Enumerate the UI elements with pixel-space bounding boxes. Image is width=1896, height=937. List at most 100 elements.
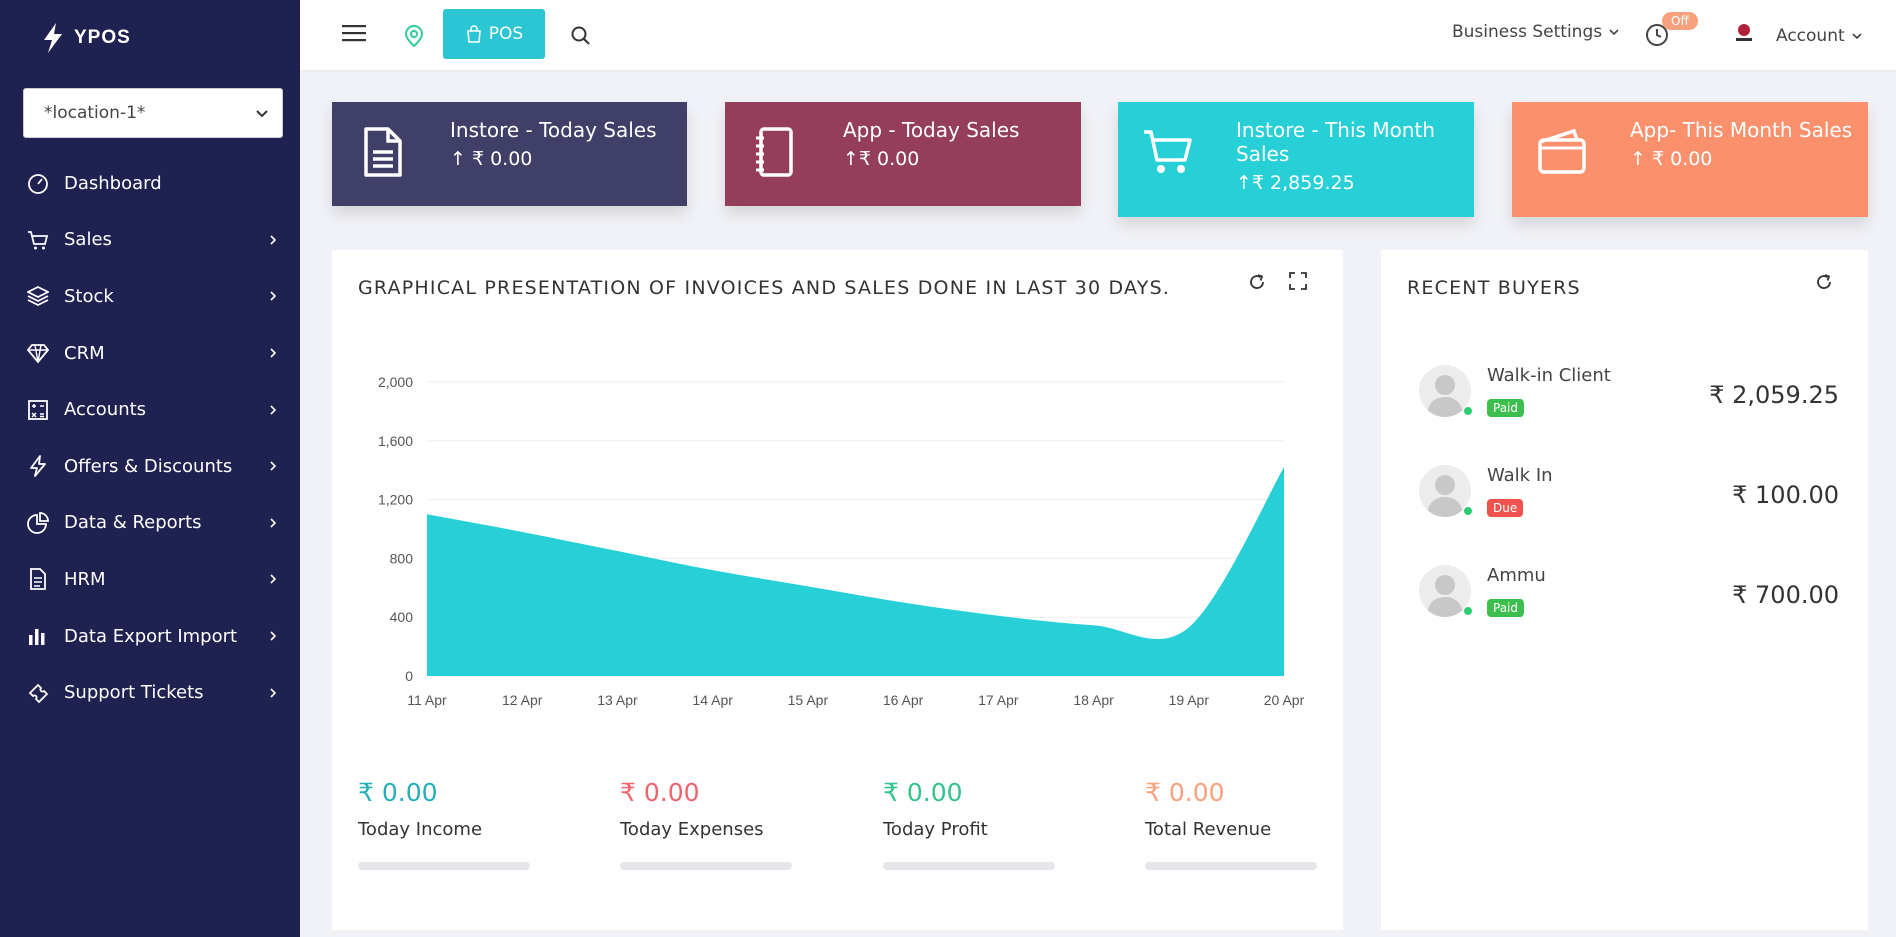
online-status-dot	[1463, 406, 1473, 416]
dashboard-gauge-icon	[26, 171, 50, 195]
sidebar-item-label: Accounts	[64, 399, 147, 421]
y-tick-label: 800	[390, 550, 414, 566]
buyer-name: Ammu	[1487, 565, 1546, 586]
kpi-label: Today Income	[358, 819, 483, 840]
buyer-amount: ₹ 2,059.25	[1709, 381, 1839, 409]
kpi-value: ₹ 0.00	[883, 778, 963, 807]
stat-title: Instore - Today Sales	[450, 118, 657, 142]
sidebar-item-label: Data Export Import	[64, 625, 238, 647]
sidebar-item-hrm[interactable]: HRM	[0, 551, 300, 608]
brand-name: YPOS	[74, 27, 131, 48]
sidebar-item-offers-discounts[interactable]: Offers & Discounts	[0, 438, 300, 495]
recent-buyer-item[interactable]: Ammu Paid ₹ 700.00	[1419, 565, 1839, 635]
sidebar-item-dashboard[interactable]: Dashboard	[0, 155, 300, 212]
sidebar-menu: Dashboard Sales Stock CRM Accounts Offers & D…	[0, 155, 300, 721]
refresh-icon[interactable]	[1814, 272, 1834, 292]
online-status-dot	[1463, 606, 1473, 616]
location-select-value: *location-1*	[44, 103, 146, 123]
y-tick-label: 1,200	[378, 492, 413, 508]
sidebar-item-label: Dashboard	[64, 172, 162, 194]
x-tick-label: 12 Apr	[502, 692, 543, 708]
stat-value: ↑ ₹ 0.00	[450, 148, 533, 170]
y-tick-label: 1,600	[378, 433, 413, 449]
recent-buyer-item[interactable]: Walk In Due ₹ 100.00	[1419, 465, 1839, 535]
location-pin-icon[interactable]	[404, 25, 424, 47]
kpi-progress-bar	[620, 862, 792, 870]
bolt-logo-icon	[44, 23, 62, 53]
kpi-value: ₹ 0.00	[358, 778, 438, 807]
x-tick-label: 16 Apr	[883, 692, 924, 708]
kpi-progress-bar	[883, 862, 1055, 870]
x-tick-label: 13 Apr	[597, 692, 638, 708]
sidebar-item-sales[interactable]: Sales	[0, 212, 300, 269]
search-icon[interactable]	[570, 25, 592, 47]
stat-card-app-today[interactable]: App - Today Sales ↑₹ 0.00	[725, 102, 1081, 206]
shopping-bag-icon	[466, 25, 481, 43]
x-tick-label: 15 Apr	[788, 692, 829, 708]
clock-status-badge: Off	[1662, 12, 1698, 30]
pos-button[interactable]: POS	[443, 9, 545, 59]
sidebar-item-label: Support Tickets	[64, 682, 204, 704]
stat-card-instore-today[interactable]: Instore - Today Sales ↑ ₹ 0.00	[332, 102, 687, 206]
sidebar-item-label: Stock	[64, 285, 114, 307]
recent-buyer-item[interactable]: Walk-in Client Paid ₹ 2,059.25	[1419, 365, 1839, 435]
chevron-down-icon	[1852, 33, 1862, 40]
business-settings-label: Business Settings	[1452, 22, 1603, 42]
cart-icon	[1144, 130, 1192, 173]
recent-buyers-panel: RECENT BUYERS Walk-in Client Paid ₹ 2,059.…	[1381, 250, 1868, 930]
sidebar-item-data-export-import[interactable]: Data Export Import	[0, 608, 300, 665]
sidebar: YPOS *location-1* Dashboard Sales Stock CRM…	[0, 0, 300, 937]
sidebar-item-accounts[interactable]: Accounts	[0, 381, 300, 438]
hamburger-menu-icon[interactable]	[342, 23, 366, 43]
kpi-label: Total Revenue	[1145, 819, 1272, 840]
business-settings-dropdown[interactable]: Business Settings	[1452, 22, 1620, 42]
account-label: Account	[1776, 26, 1845, 46]
stat-card-app-month[interactable]: App- This Month Sales ↑ ₹ 0.00	[1512, 102, 1868, 217]
chevron-right-icon	[270, 235, 277, 245]
sidebar-item-support-tickets[interactable]: Support Tickets	[0, 664, 300, 721]
recent-buyers-title: RECENT BUYERS	[1407, 277, 1581, 299]
kpi-progress-bar	[1145, 862, 1317, 870]
sidebar-item-label: HRM	[64, 568, 106, 590]
payment-status-badge: Paid	[1487, 599, 1525, 617]
chevron-down-icon	[1609, 29, 1619, 36]
x-tick-label: 14 Apr	[692, 692, 733, 708]
account-dropdown[interactable]: Account	[1776, 26, 1863, 46]
chevron-down-icon	[256, 110, 268, 118]
sidebar-item-data-reports[interactable]: Data & Reports	[0, 495, 300, 552]
topbar: POS Business Settings Off Account	[300, 0, 1896, 70]
diamond-icon	[26, 341, 50, 365]
chevron-right-icon	[270, 291, 277, 302]
stat-value: ↑₹ 0.00	[843, 148, 920, 170]
notebook-icon	[756, 127, 793, 177]
bolt-icon	[26, 454, 50, 478]
payment-status-badge: Due	[1487, 499, 1524, 517]
sidebar-item-label: Data & Reports	[64, 512, 202, 534]
sidebar-item-crm[interactable]: CRM	[0, 325, 300, 382]
bar-chart-icon	[26, 624, 50, 648]
kpi-today-expenses: ₹ 0.00 Today Expenses	[620, 778, 820, 870]
series-area	[427, 467, 1284, 676]
sidebar-item-stock[interactable]: Stock	[0, 268, 300, 325]
wallet-icon	[1538, 128, 1586, 174]
kpi-today-profit: ₹ 0.00 Today Profit	[883, 778, 1083, 870]
stat-title: App - Today Sales	[843, 118, 1020, 142]
online-status-dot	[1463, 506, 1473, 516]
sidebar-item-label: Offers & Discounts	[64, 455, 233, 477]
stat-card-instore-month[interactable]: Instore - This Month Sales ↑₹ 2,859.25	[1118, 102, 1474, 217]
sales-area-chart: 0 400 800 1,200 1,600 2,000 11 Apr 12 Apr 13 Apr…	[378, 374, 1305, 708]
calculator-icon	[26, 398, 50, 422]
kpi-value: ₹ 0.00	[1145, 778, 1225, 807]
brand[interactable]: YPOS	[0, 0, 300, 76]
y-tick-label: 0	[405, 668, 413, 684]
ticket-icon	[26, 681, 50, 705]
kpi-total-revenue: ₹ 0.00 Total Revenue	[1145, 778, 1345, 870]
account-logo-icon[interactable]	[1734, 22, 1754, 44]
pie-chart-icon	[26, 511, 50, 535]
chevron-right-icon	[270, 574, 277, 585]
document-icon	[26, 567, 50, 591]
location-select[interactable]: *location-1*	[23, 88, 283, 138]
x-tick-label: 17 Apr	[978, 692, 1019, 708]
stat-title: Instore - This Month Sales	[1236, 118, 1436, 166]
y-tick-label: 2,000	[378, 374, 413, 390]
